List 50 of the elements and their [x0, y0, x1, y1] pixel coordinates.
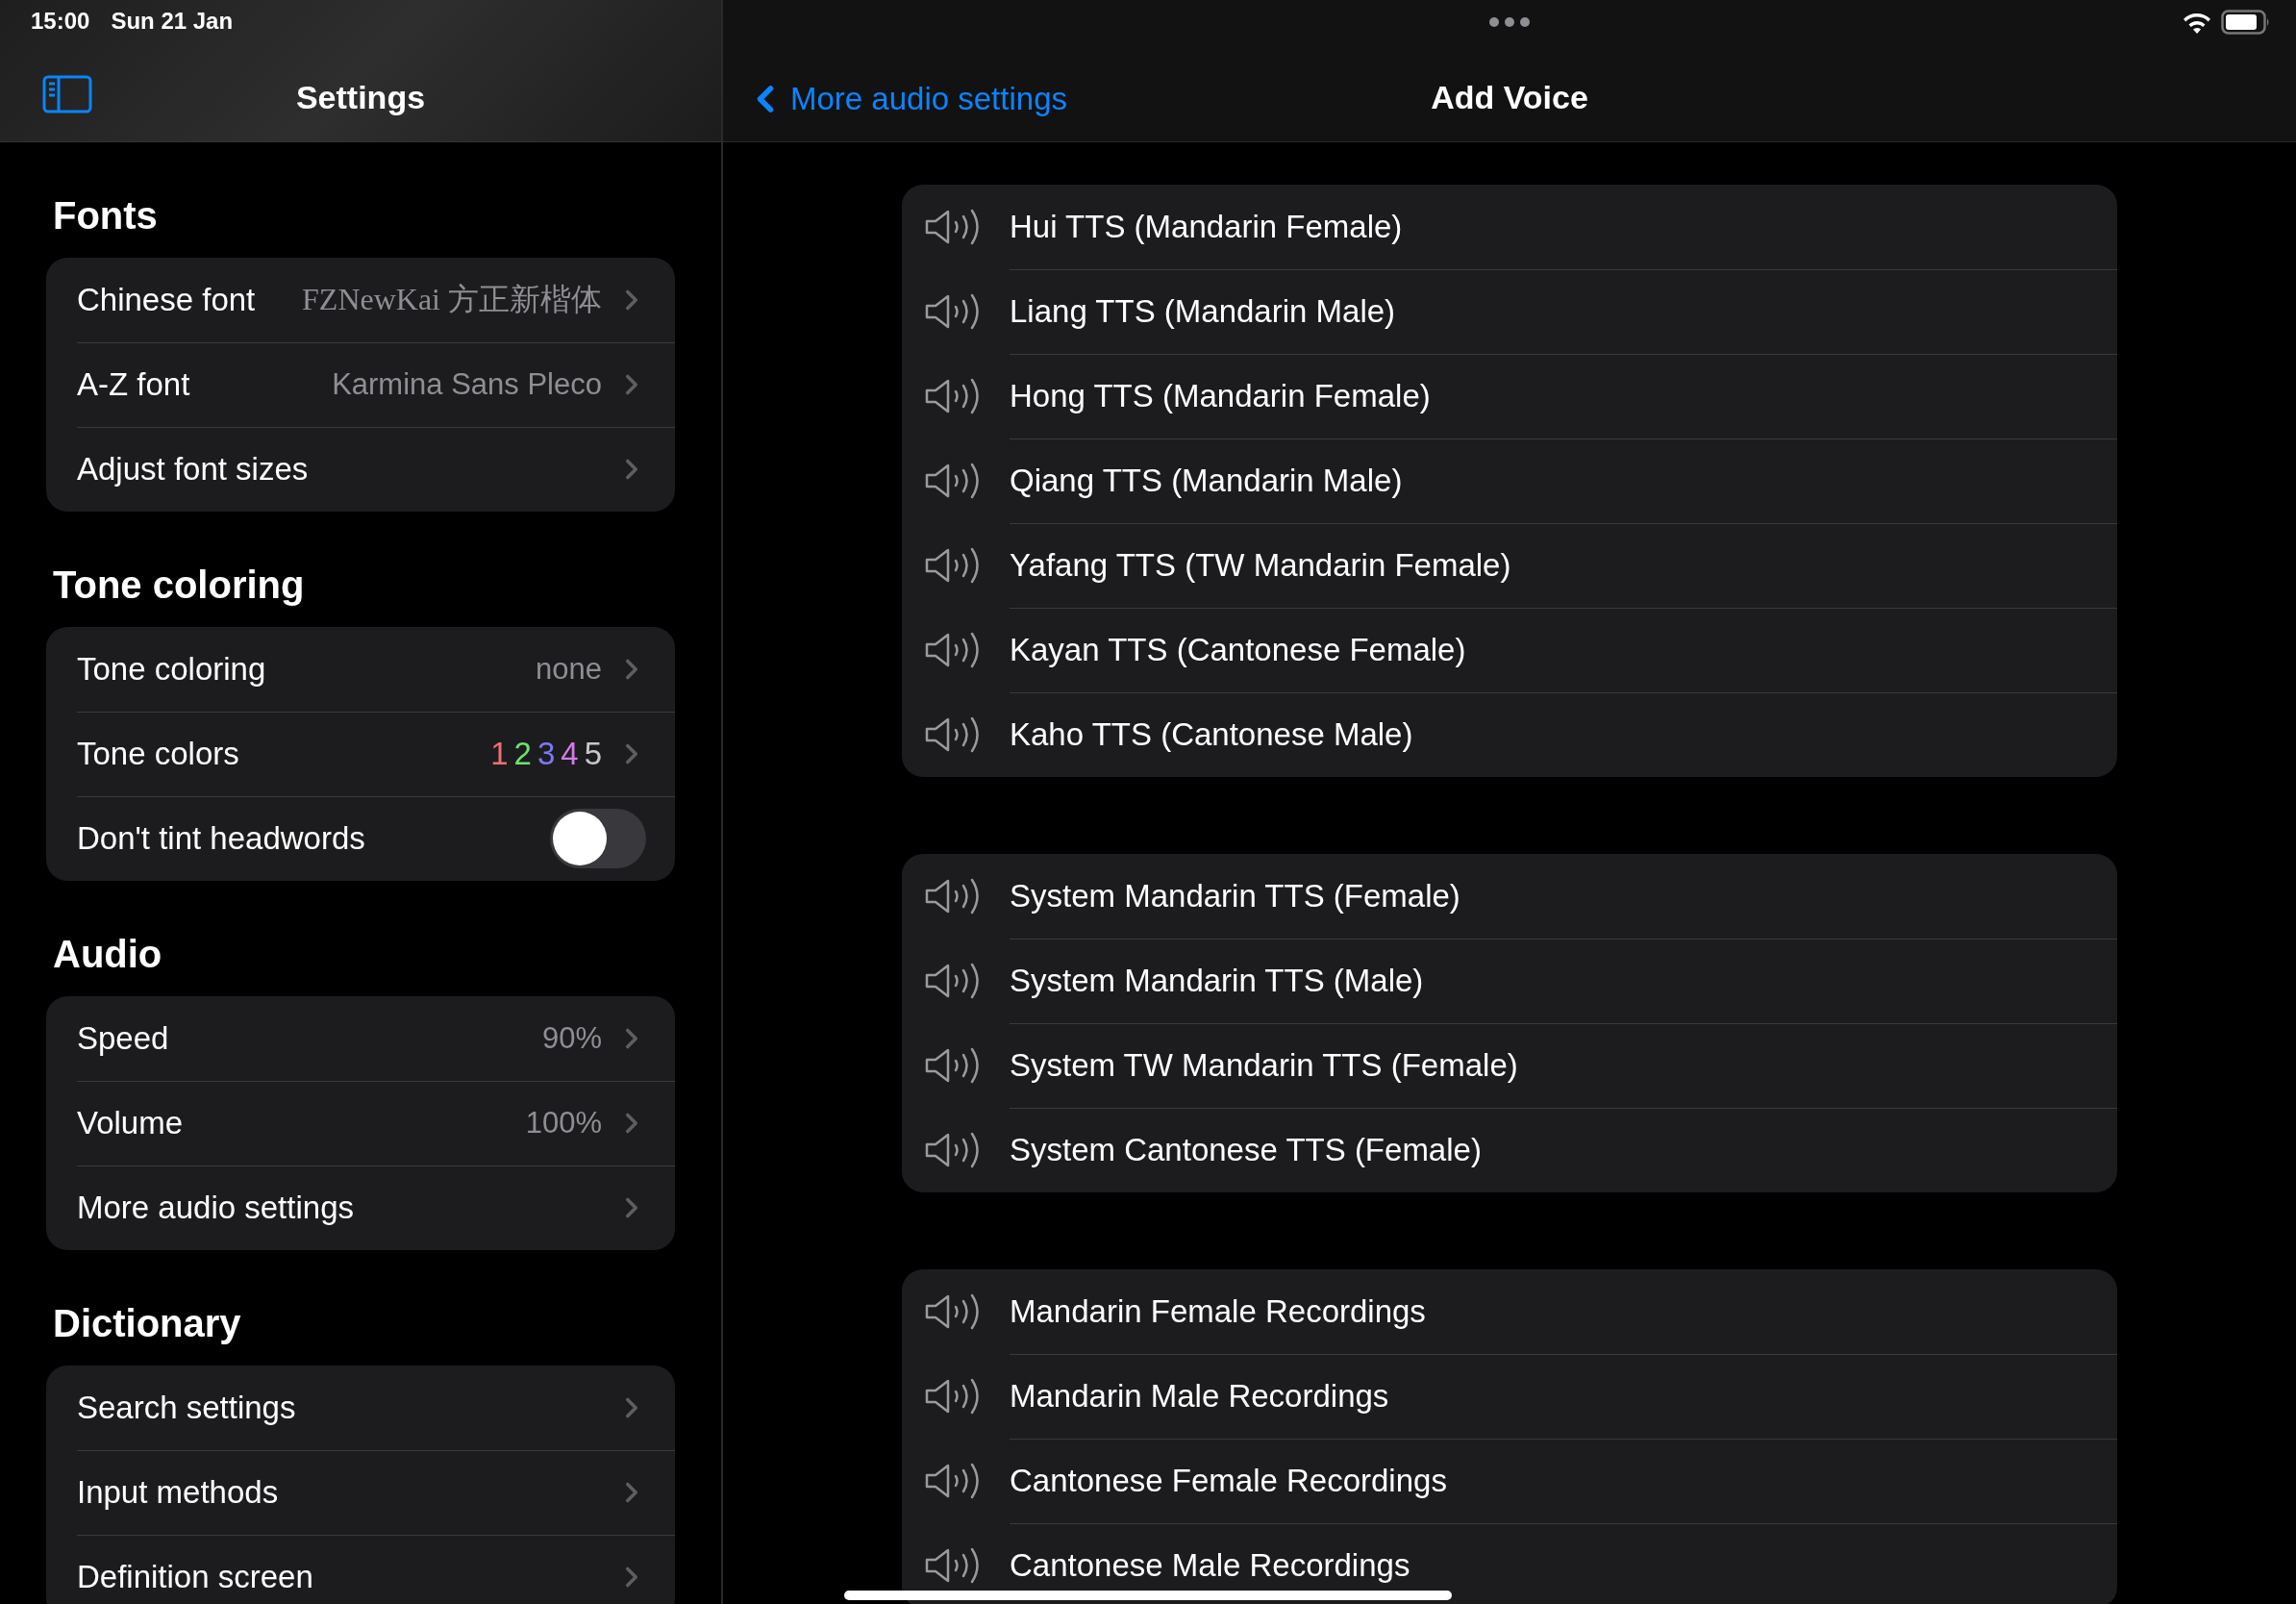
voice-row[interactable]: Kayan TTS (Cantonese Female) — [902, 608, 2117, 692]
sidebar-toggle-icon[interactable] — [42, 75, 92, 113]
voice-row[interactable]: System Mandarin TTS (Male) — [902, 939, 2117, 1023]
section-title: Tone coloring — [53, 563, 306, 608]
settings-row[interactable]: Chinese font FZNewKai 方正新楷体 — [46, 258, 675, 342]
sidebar-title: Settings — [295, 79, 426, 116]
back-link[interactable]: More audio settings — [744, 78, 1067, 120]
voice-row[interactable]: System Cantonese TTS (Female) — [902, 1108, 2117, 1192]
voice-row[interactable]: Yafang TTS (TW Mandarin Female) — [902, 523, 2117, 608]
settings-row[interactable]: A-Z font Karmina Sans Pleco — [46, 342, 675, 427]
voice-row[interactable]: Kaho TTS (Cantonese Male) — [902, 692, 2117, 777]
setting-value: FZNewKai 方正新楷体 — [302, 281, 602, 318]
tone-digit: 2 — [513, 736, 532, 772]
settings-row[interactable]: Definition screen — [46, 1535, 675, 1604]
settings-row[interactable]: Tone colors 1 2 3 4 5 — [46, 712, 675, 796]
settings-row[interactable]: Volume 100% — [46, 1081, 675, 1165]
status-time: 15:00 — [31, 8, 90, 35]
battery-icon — [2221, 10, 2271, 35]
voice-row[interactable]: Hong TTS (Mandarin Female) — [902, 354, 2117, 439]
more-dots-icon[interactable] — [1488, 16, 1531, 28]
voice-row[interactable]: Cantonese Male Recordings — [902, 1523, 2117, 1604]
setting-value: none — [536, 652, 602, 687]
tone-digit: 4 — [561, 736, 579, 772]
settings-row[interactable]: Speed 90% — [46, 996, 675, 1081]
section-title: Fonts — [53, 193, 159, 238]
section-title: Audio — [53, 932, 163, 977]
status-date: Sun 21 Jan — [111, 8, 234, 35]
settings-row[interactable]: Search settings — [46, 1366, 675, 1450]
setting-value: 100% — [525, 1106, 602, 1140]
section-title: Dictionary — [53, 1301, 242, 1346]
voice-row[interactable]: System TW Mandarin TTS (Female) — [902, 1023, 2117, 1108]
settings-row[interactable]: Tone coloring none — [46, 627, 675, 712]
voice-row[interactable]: Qiang TTS (Mandarin Male) — [902, 439, 2117, 523]
page-title: Add Voice — [1431, 79, 1588, 116]
settings-row[interactable]: More audio settings — [46, 1165, 675, 1250]
tone-digit: 1 — [490, 736, 509, 772]
setting-value: 90% — [541, 1021, 602, 1056]
tone-digit: 5 — [584, 736, 602, 772]
voice-row[interactable]: Hui TTS (Mandarin Female) — [902, 185, 2117, 269]
setting-value: Karmina Sans Pleco — [332, 367, 602, 402]
settings-row[interactable]: Adjust font sizes — [46, 427, 675, 512]
wifi-icon — [2183, 11, 2211, 34]
tone-digit: 3 — [537, 736, 556, 772]
voice-row[interactable]: System Mandarin TTS (Female) — [902, 854, 2117, 939]
voice-row[interactable]: Liang TTS (Mandarin Male) — [902, 269, 2117, 354]
settings-row[interactable]: Input methods — [46, 1450, 675, 1535]
voice-row[interactable]: Cantonese Female Recordings — [902, 1439, 2117, 1523]
toggle-label: Don't tint headwords — [77, 820, 366, 857]
voice-row[interactable]: Mandarin Male Recordings — [902, 1354, 2117, 1439]
voice-row[interactable]: Mandarin Female Recordings — [902, 1269, 2117, 1354]
